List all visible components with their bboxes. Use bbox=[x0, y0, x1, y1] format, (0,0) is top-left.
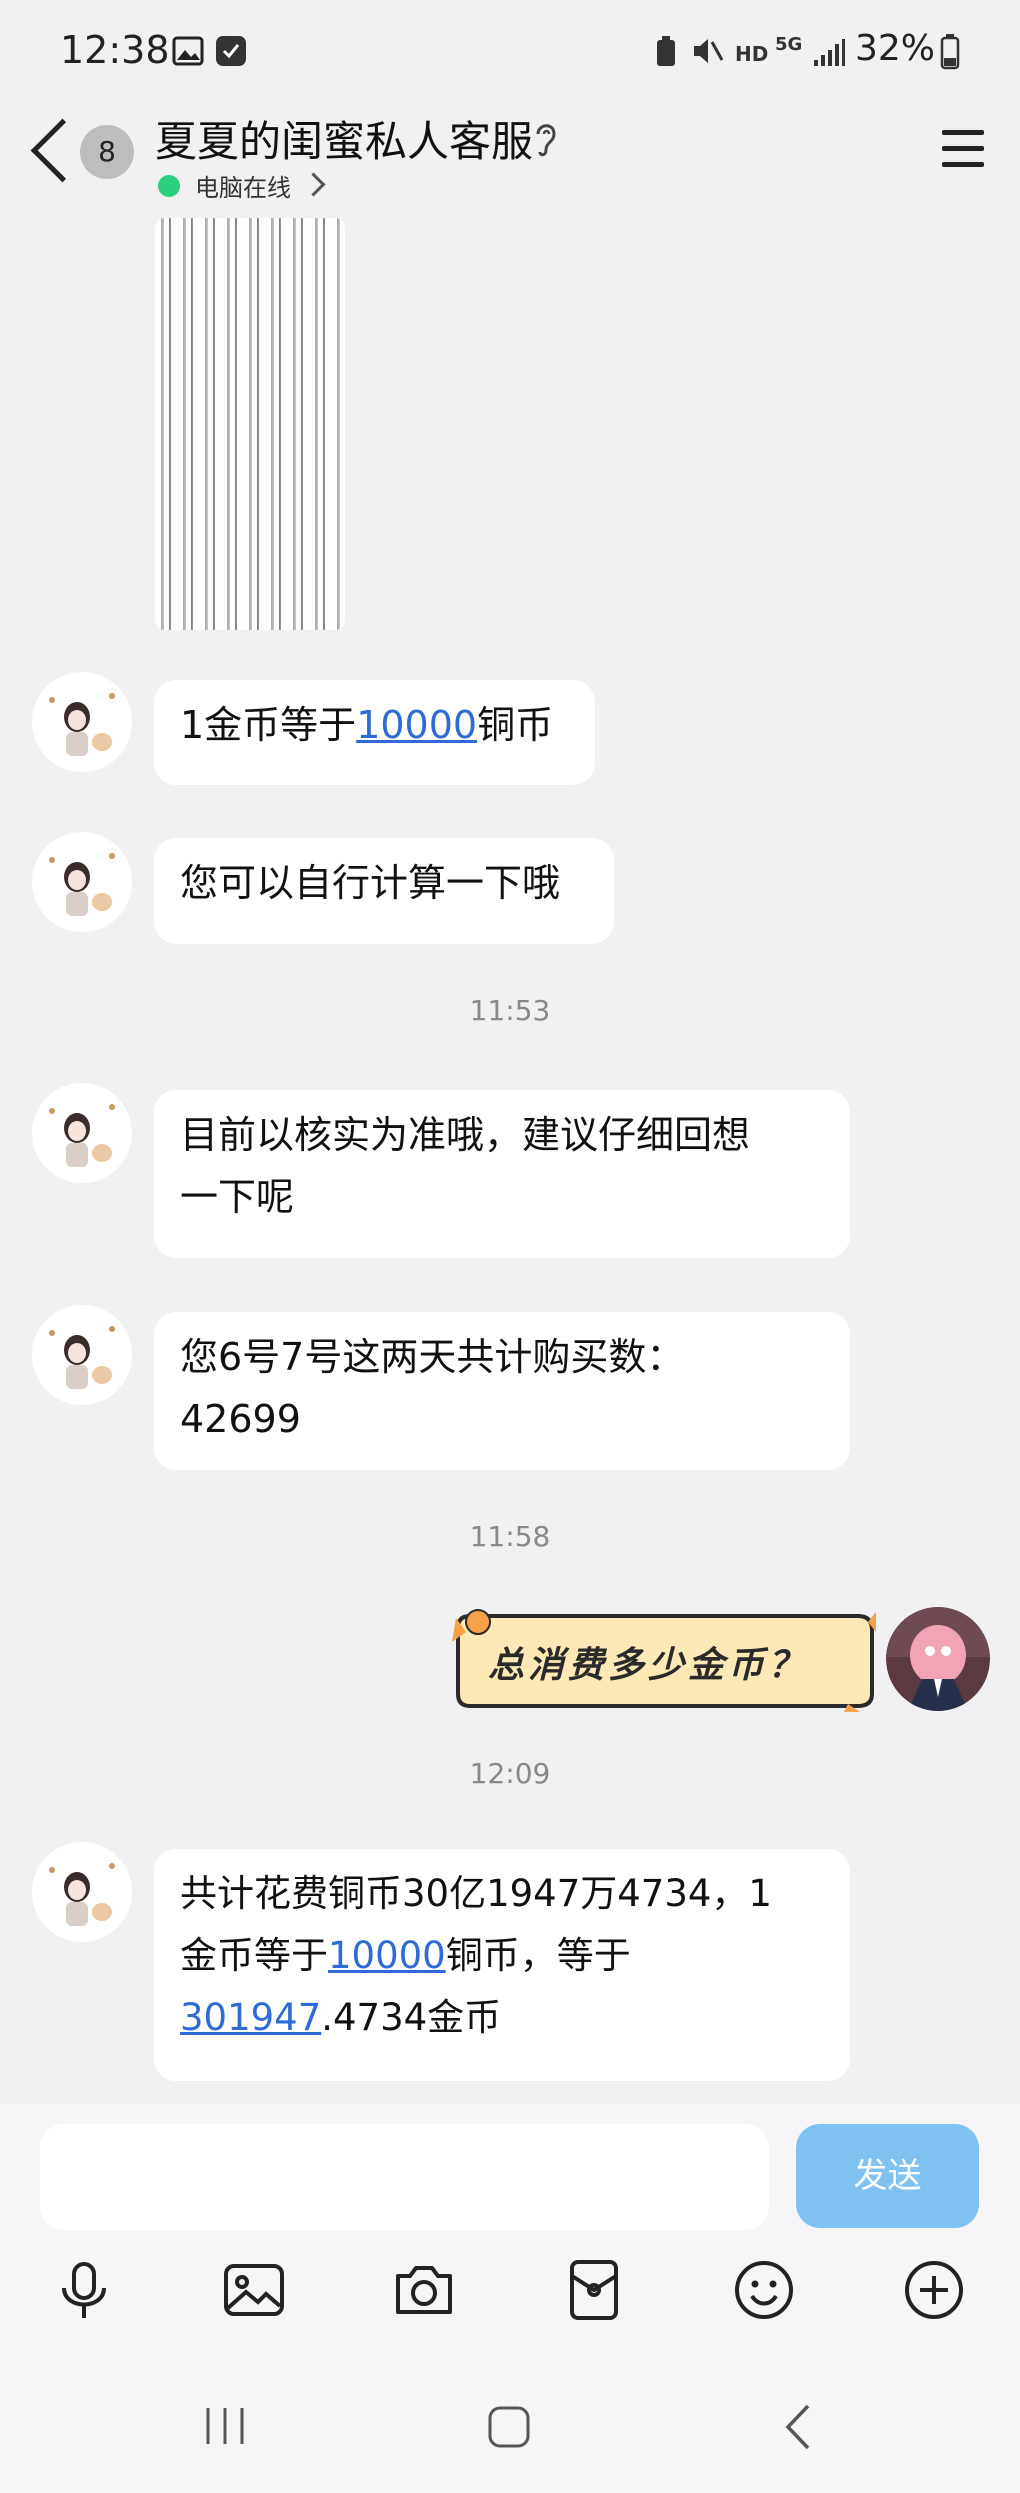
sticker-text: 总消费多少金币？ bbox=[488, 1645, 809, 1686]
online-dot bbox=[158, 175, 180, 197]
mute-icon bbox=[694, 39, 724, 63]
image-icon[interactable] bbox=[222, 2258, 286, 2322]
message-bubble[interactable]: 1金币等于10000铜币 bbox=[154, 680, 595, 785]
message-text: 42699 bbox=[180, 1397, 301, 1441]
message-text: 共计花费铜币30亿1947万4734，1 bbox=[180, 1872, 772, 1915]
battery-percent: 32% bbox=[855, 28, 936, 69]
message-bubble[interactable]: 共计花费铜币30亿1947万4734，1 金币等于10000铜币，等于 3019… bbox=[154, 1849, 850, 2081]
avatar[interactable] bbox=[32, 832, 132, 932]
send-button[interactable]: 发送 bbox=[796, 2124, 979, 2228]
message-text: 铜币，等于 bbox=[445, 1934, 631, 1977]
battery-saver-icon bbox=[657, 36, 675, 66]
timestamp: 12:09 bbox=[469, 1757, 551, 1790]
app-notification-icon bbox=[216, 36, 246, 66]
recent-apps-icon[interactable] bbox=[202, 2404, 248, 2448]
avatar[interactable] bbox=[32, 1083, 132, 1183]
avatar[interactable] bbox=[32, 672, 132, 772]
chat-title[interactable]: 夏夏的闺蜜私人客服 bbox=[155, 108, 533, 169]
gallery-notification-icon bbox=[172, 36, 204, 66]
avatar[interactable] bbox=[32, 1842, 132, 1942]
message-link[interactable]: 10000 bbox=[356, 703, 477, 747]
message-text: 您可以自行计算一下哦 bbox=[180, 861, 561, 905]
plus-icon[interactable] bbox=[902, 2258, 966, 2322]
battery-icon bbox=[940, 34, 960, 70]
message-link[interactable]: 10000 bbox=[328, 1934, 446, 1977]
message-link[interactable]: 301947 bbox=[180, 1996, 321, 2039]
timestamp: 11:53 bbox=[469, 994, 551, 1027]
my-avatar[interactable] bbox=[886, 1607, 990, 1711]
camera-icon[interactable] bbox=[392, 2258, 456, 2322]
status-time: 12:38 bbox=[60, 28, 170, 72]
emoji-icon[interactable] bbox=[732, 2258, 796, 2322]
message-text: 铜币 bbox=[477, 703, 554, 747]
message-bubble[interactable]: 您6号7号这两天共计购买数： 42699 bbox=[154, 1312, 850, 1470]
unread-badge: 8 bbox=[80, 125, 134, 179]
message-text: 1金币等于 bbox=[180, 703, 357, 747]
image-message[interactable] bbox=[155, 218, 345, 630]
menu-icon[interactable] bbox=[942, 130, 984, 178]
ear-icon[interactable] bbox=[532, 118, 560, 160]
timestamp: 11:58 bbox=[469, 1520, 551, 1553]
message-input[interactable] bbox=[40, 2124, 769, 2230]
avatar[interactable] bbox=[32, 1305, 132, 1405]
message-text: 金币等于 bbox=[180, 1934, 328, 1977]
message-text: 一下呢 bbox=[180, 1175, 295, 1219]
message-bubble[interactable]: 目前以核实为准哦，建议仔细回想 一下呢 bbox=[154, 1090, 850, 1258]
online-status[interactable]: 电脑在线 bbox=[195, 168, 291, 203]
home-icon[interactable] bbox=[486, 2404, 532, 2450]
hd-label: HD bbox=[735, 42, 769, 66]
nav-back-icon[interactable] bbox=[780, 2402, 816, 2452]
network-label: 5G bbox=[775, 34, 803, 55]
sticker-message[interactable]: 总消费多少金币？ bbox=[448, 1608, 878, 1712]
chevron-right-icon[interactable] bbox=[301, 172, 326, 197]
message-text: 目前以核实为准哦，建议仔细回想 bbox=[180, 1113, 751, 1157]
message-text: .4734金币 bbox=[321, 1996, 502, 2039]
signal-icon bbox=[814, 39, 845, 66]
mic-icon[interactable] bbox=[52, 2258, 116, 2322]
message-text: 您6号7号这两天共计购买数： bbox=[180, 1335, 685, 1379]
message-bubble[interactable]: 您可以自行计算一下哦 bbox=[154, 838, 614, 944]
red-packet-icon[interactable] bbox=[562, 2258, 626, 2322]
